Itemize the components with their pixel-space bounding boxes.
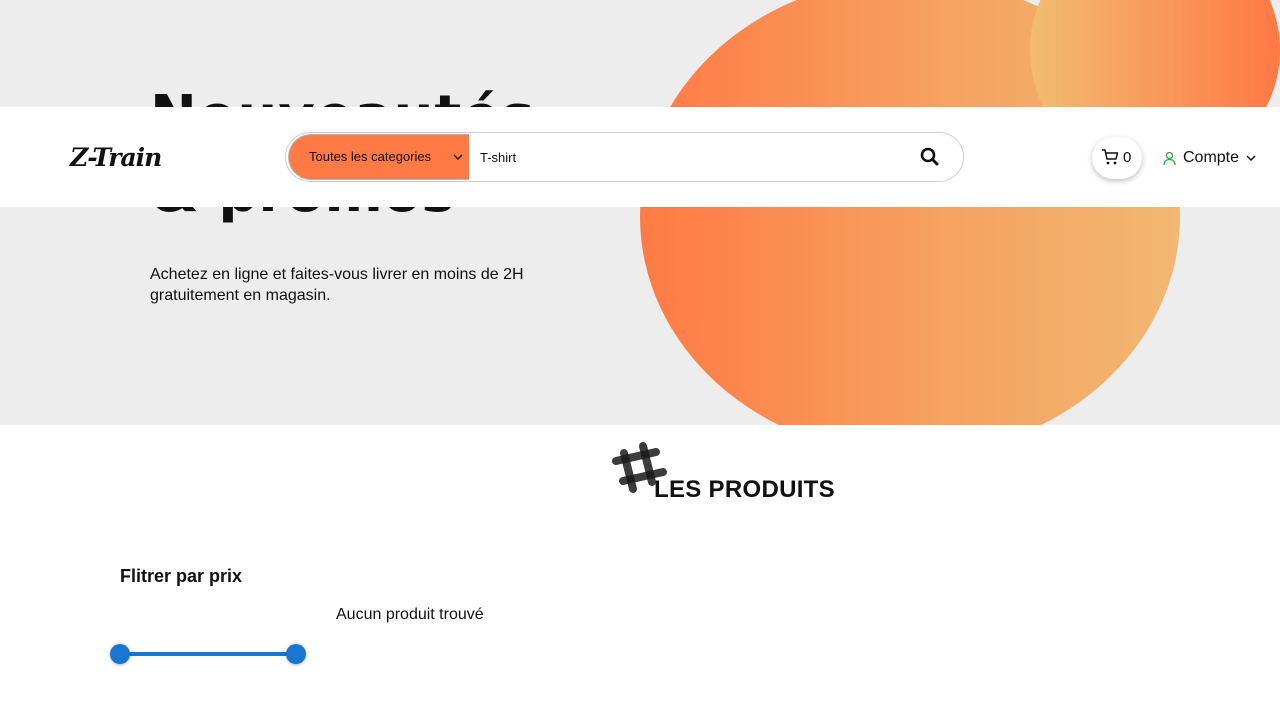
search-input[interactable] bbox=[470, 133, 900, 181]
section-title: LES PRODUITS bbox=[654, 476, 835, 503]
category-select-label: Toutes les categories bbox=[309, 149, 432, 164]
account-label: Compte bbox=[1183, 149, 1240, 166]
chevron-down-icon bbox=[453, 154, 463, 160]
slider-track bbox=[120, 652, 296, 656]
hero-banner: Nouveautés & promos Achetez en ligne et … bbox=[0, 0, 1280, 425]
cart-icon bbox=[1102, 149, 1119, 165]
cart-button[interactable]: 0 bbox=[1092, 137, 1142, 179]
page: Nouveautés & promos Achetez en ligne et … bbox=[0, 0, 1280, 720]
price-range-slider[interactable] bbox=[110, 644, 306, 664]
cart-count: 0 bbox=[1123, 149, 1132, 166]
empty-products-message: Aucun produit trouvé bbox=[336, 606, 484, 623]
site-header: Z-Train Toutes les categories 0 bbox=[0, 107, 1280, 207]
category-select[interactable]: Toutes les categories bbox=[288, 134, 469, 180]
search-bar: Toutes les categories bbox=[285, 132, 964, 182]
slider-min-handle[interactable] bbox=[110, 644, 130, 664]
hero-subtitle: Achetez en ligne et faites-vous livrer e… bbox=[150, 266, 524, 304]
search-icon[interactable] bbox=[918, 145, 942, 169]
user-icon bbox=[1163, 151, 1176, 165]
slider-max-handle[interactable] bbox=[286, 644, 306, 664]
logo[interactable]: Z-Train bbox=[70, 143, 162, 172]
chevron-down-icon bbox=[1246, 155, 1256, 162]
price-filter-title: Flitrer par prix bbox=[120, 566, 243, 586]
account-menu[interactable]: Compte bbox=[1162, 147, 1257, 169]
